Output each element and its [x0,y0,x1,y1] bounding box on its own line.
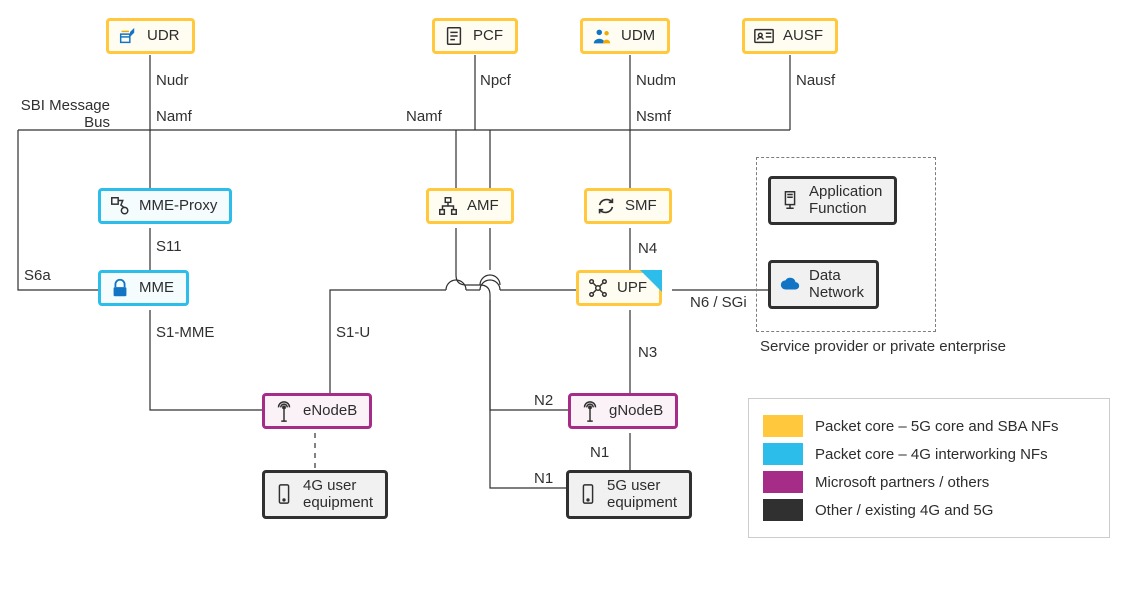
lock-icon [109,277,131,299]
label-nausf: Nausf [796,72,835,89]
legend-row-purple: Microsoft partners / others [763,471,1095,493]
legend-swatch-purple [763,471,803,493]
node-udr-label: UDR [147,27,180,44]
label-n1b: N1 [534,470,553,487]
sync-icon [595,195,617,217]
node-smf: SMF [584,188,672,224]
label-namf1: Namf [156,108,192,125]
label-s1mme: S1-MME [156,324,214,341]
node-upf: UPF [576,270,662,306]
topology-icon [437,195,459,217]
label-s1u: S1-U [336,324,370,341]
node-application-function: Application Function [768,176,897,225]
policy-list-icon [443,25,465,47]
node-smf-label: SMF [625,197,657,214]
node-5g-ue-label: 5G user equipment [607,477,677,512]
legend-swatch-blue [763,443,803,465]
node-mme-proxy-label: MME-Proxy [139,197,217,214]
node-mme-label: MME [139,279,174,296]
node-gnodeb: gNodeB [568,393,678,429]
hub-icon [587,277,609,299]
legend-label-blue: Packet core – 4G interworking NFs [815,446,1048,463]
legend-label-black: Other / existing 4G and 5G [815,502,993,519]
legend-row-yellow: Packet core – 5G core and SBA NFs [763,415,1095,437]
node-gnodeb-label: gNodeB [609,402,663,419]
node-amf: AMF [426,188,514,224]
server-icon [779,189,801,211]
node-udm: UDM [580,18,670,54]
node-5g-ue: 5G user equipment [566,470,692,519]
node-4g-ue: 4G user equipment [262,470,388,519]
users-icon [591,25,613,47]
legend-row-black: Other / existing 4G and 5G [763,499,1095,521]
node-4g-ue-label: 4G user equipment [303,477,373,512]
legend-row-blue: Packet core – 4G interworking NFs [763,443,1095,465]
node-upf-label: UPF [617,279,647,296]
legend: Packet core – 5G core and SBA NFs Packet… [748,398,1110,538]
node-mme-proxy: MME-Proxy [98,188,232,224]
diagram-canvas: Service provider or private enterprise U… [0,0,1124,593]
legend-label-purple: Microsoft partners / others [815,474,989,491]
id-card-icon [753,25,775,47]
node-ausf-label: AUSF [783,27,823,44]
phone-icon [577,483,599,505]
node-amf-label: AMF [467,197,499,214]
label-nudm: Nudm [636,72,676,89]
legend-swatch-yellow [763,415,803,437]
label-sbi-bus: SBI Message Bus [14,97,110,131]
node-udm-label: UDM [621,27,655,44]
legend-label-yellow: Packet core – 5G core and SBA NFs [815,418,1058,435]
node-mme: MME [98,270,189,306]
label-n2: N2 [534,392,553,409]
database-icon [117,25,139,47]
label-nsmf: Nsmf [636,108,671,125]
node-data-network-label: Data Network [809,267,864,302]
phone-icon [273,483,295,505]
node-udr: UDR [106,18,195,54]
label-n1a: N1 [590,444,609,461]
antenna-icon [273,400,295,422]
node-data-network: Data Network [768,260,879,309]
label-n6: N6 / SGi [690,294,747,311]
proxy-icon [109,195,131,217]
node-enodeb-label: eNodeB [303,402,357,419]
node-pcf: PCF [432,18,518,54]
cloud-icon [779,273,801,295]
legend-swatch-black [763,499,803,521]
antenna-icon [579,400,601,422]
node-enodeb: eNodeB [262,393,372,429]
label-s11: S11 [156,238,182,255]
node-pcf-label: PCF [473,27,503,44]
label-nudr: Nudr [156,72,189,89]
label-npcf: Npcf [480,72,511,89]
provider-caption: Service provider or private enterprise [760,338,930,356]
label-n4: N4 [638,240,657,257]
label-s6a: S6a [24,267,51,284]
node-application-function-label: Application Function [809,183,882,218]
node-ausf: AUSF [742,18,838,54]
label-namf2: Namf [406,108,442,125]
label-n3: N3 [638,344,657,361]
